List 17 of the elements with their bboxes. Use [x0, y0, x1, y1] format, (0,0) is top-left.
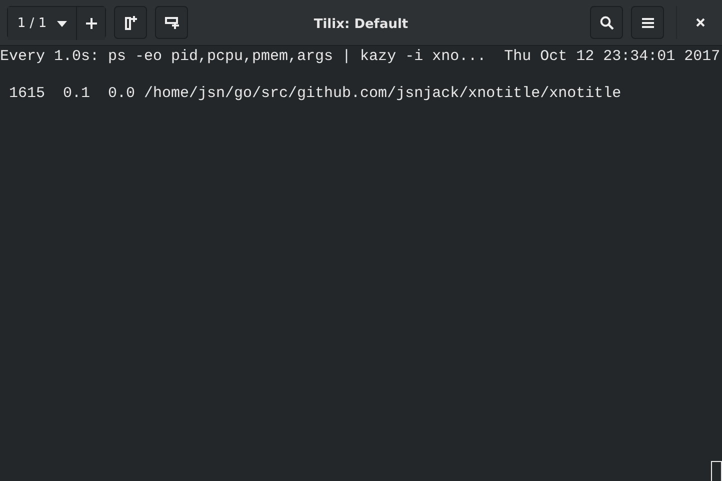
search-icon — [600, 16, 614, 30]
add-session-button[interactable] — [76, 7, 105, 40]
menu-icon — [642, 18, 654, 28]
split-right-button[interactable] — [114, 6, 147, 39]
split-icon — [164, 16, 178, 28]
close-icon — [696, 18, 704, 27]
watch-header-line: Every 1.0s: ps -eo pid,pcpu,pmem,args | kazy -i xno... Thu Oct 12 23:34:01 2017 — [0, 48, 722, 66]
menu-button[interactable] — [631, 6, 664, 39]
caret-icon — [56, 20, 67, 26]
session-selector[interactable]: 1 / 1 — [8, 7, 76, 40]
add-icon — [86, 18, 96, 29]
split-down-button[interactable] — [155, 6, 188, 39]
window-title: Tilix: Default — [314, 16, 408, 32]
terminal-cursor — [711, 461, 722, 481]
search-button[interactable] — [590, 6, 623, 39]
process-row-text: 1615 0.1 0.0 /home/jsn/go/src/github.com/jsnjack/xnotitle/xnotitle — [8, 85, 622, 104]
split-icon — [124, 16, 136, 30]
